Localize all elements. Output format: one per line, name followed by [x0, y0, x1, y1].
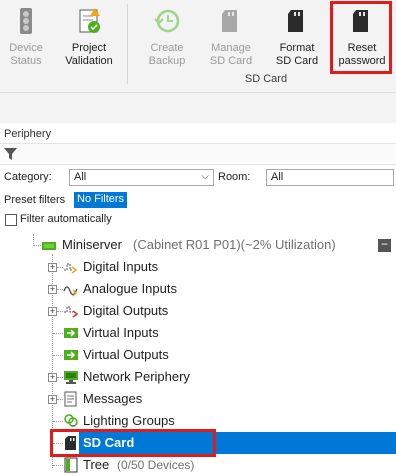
tree-item-sd-card[interactable]: SD Card: [0, 429, 396, 457]
traffic-light-icon: [20, 8, 32, 34]
network-icon: [64, 371, 78, 384]
category-label: Category:: [4, 171, 52, 183]
ribbon-separator: [127, 4, 128, 84]
tree-device-count: (0/50 Devices): [117, 458, 195, 472]
sd-card-icon: [222, 10, 237, 32]
tree-item-digital-inputs[interactable]: + Digital Inputs: [0, 256, 396, 278]
preset-filters-label: Preset filters: [4, 194, 66, 206]
room-value: All: [271, 171, 284, 183]
analogue-inputs-icon: [63, 286, 78, 297]
tree-item-virtual-inputs[interactable]: Virtual Inputs: [0, 322, 396, 344]
sd-card-group-label: SD Card: [244, 73, 288, 85]
filter-automatically-label: Filter automatically: [20, 213, 112, 225]
tree-item-label: Virtual Outputs: [83, 347, 169, 362]
tree-item-label: Digital Outputs: [83, 303, 169, 318]
tree-item-network-periphery[interactable]: + Network Periphery: [0, 366, 396, 388]
format-sd-card-button[interactable]: Format SD Card: [268, 0, 326, 82]
tree-item-messages[interactable]: + Messages: [0, 388, 396, 410]
tree-connector: [33, 245, 41, 246]
tree-item-label: Digital Inputs: [83, 259, 159, 274]
virtual-outputs-icon: [64, 350, 78, 360]
periphery-title: Periphery: [4, 128, 52, 140]
category-value: All: [74, 171, 87, 183]
tree-item-label: Virtual Inputs: [83, 325, 159, 340]
manage-sd-card-button[interactable]: Manage SD Card: [202, 0, 260, 82]
tree-item-label: Tree: [83, 457, 110, 472]
sd-card-highlight: [50, 429, 216, 457]
preset-filters-select[interactable]: No Filters: [74, 192, 128, 208]
lighting-groups-icon: [64, 414, 78, 427]
filter-icon[interactable]: [4, 148, 17, 160]
device-status-label: Device Status: [9, 42, 43, 67]
periphery-tree: Miniserver (Cabinet R01 P01)(~2% Utiliza…: [0, 232, 396, 476]
device-status-button[interactable]: Device Status: [2, 0, 50, 82]
tree-item-tree[interactable]: Tree (0/50 Devices): [0, 454, 396, 476]
category-select[interactable]: All ⌵: [69, 169, 214, 186]
filter-automatically-checkbox[interactable]: [5, 214, 17, 226]
chevron-down-icon: ⌵: [201, 171, 209, 182]
reset-password-highlight: [330, 1, 392, 74]
project-validation-label: Project Validation: [65, 42, 113, 67]
tree-item-virtual-outputs[interactable]: Virtual Outputs: [0, 344, 396, 366]
tree-connector: [53, 465, 63, 466]
format-sd-card-label: Format SD Card: [275, 42, 319, 67]
messages-icon: [64, 391, 77, 407]
room-label: Room:: [218, 171, 251, 183]
tree-icon: [64, 457, 78, 473]
project-validation-button[interactable]: Project Validation: [56, 0, 122, 82]
miniserver-name: Miniserver: [62, 237, 122, 252]
miniserver-detail: (Cabinet R01 P01)(~2% Utilization): [133, 237, 336, 252]
tree-connector: [53, 421, 63, 422]
validation-icon: [79, 8, 100, 33]
tree-connector: [53, 355, 63, 356]
manage-sd-card-label: Manage SD Card: [209, 42, 253, 67]
filter-toolbar: [0, 143, 396, 165]
expand-icon[interactable]: +: [48, 373, 57, 382]
tree-connector: [53, 333, 63, 334]
expand-icon[interactable]: +: [48, 263, 57, 272]
tree-item-label: Analogue Inputs: [83, 281, 177, 296]
virtual-inputs-icon: [64, 328, 78, 338]
ribbon-toolbar: Device Status Project Validation Create …: [0, 0, 396, 93]
collapse-icon[interactable]: −: [378, 238, 391, 252]
tree-root-miniserver[interactable]: Miniserver (Cabinet R01 P01)(~2% Utiliza…: [0, 234, 396, 256]
expand-icon[interactable]: +: [48, 285, 57, 294]
create-backup-label: Create Backup: [148, 42, 186, 67]
create-backup-button[interactable]: Create Backup: [138, 0, 196, 82]
digital-inputs-icon: [64, 263, 78, 274]
expand-icon[interactable]: +: [48, 307, 57, 316]
tree-item-label: Messages: [83, 391, 143, 406]
tree-item-label: Network Periphery: [83, 369, 190, 384]
backup-clock-icon: [154, 9, 180, 33]
miniserver-icon: [42, 242, 56, 250]
sd-card-icon: [288, 10, 303, 32]
digital-outputs-icon: [64, 306, 79, 318]
room-select[interactable]: All: [266, 169, 394, 186]
tree-item-digital-outputs[interactable]: + Digital Outputs: [0, 300, 396, 322]
ribbon-collapsed-band: [0, 93, 396, 123]
tree-item-analogue-inputs[interactable]: + Analogue Inputs: [0, 278, 396, 300]
expand-icon[interactable]: +: [48, 395, 57, 404]
